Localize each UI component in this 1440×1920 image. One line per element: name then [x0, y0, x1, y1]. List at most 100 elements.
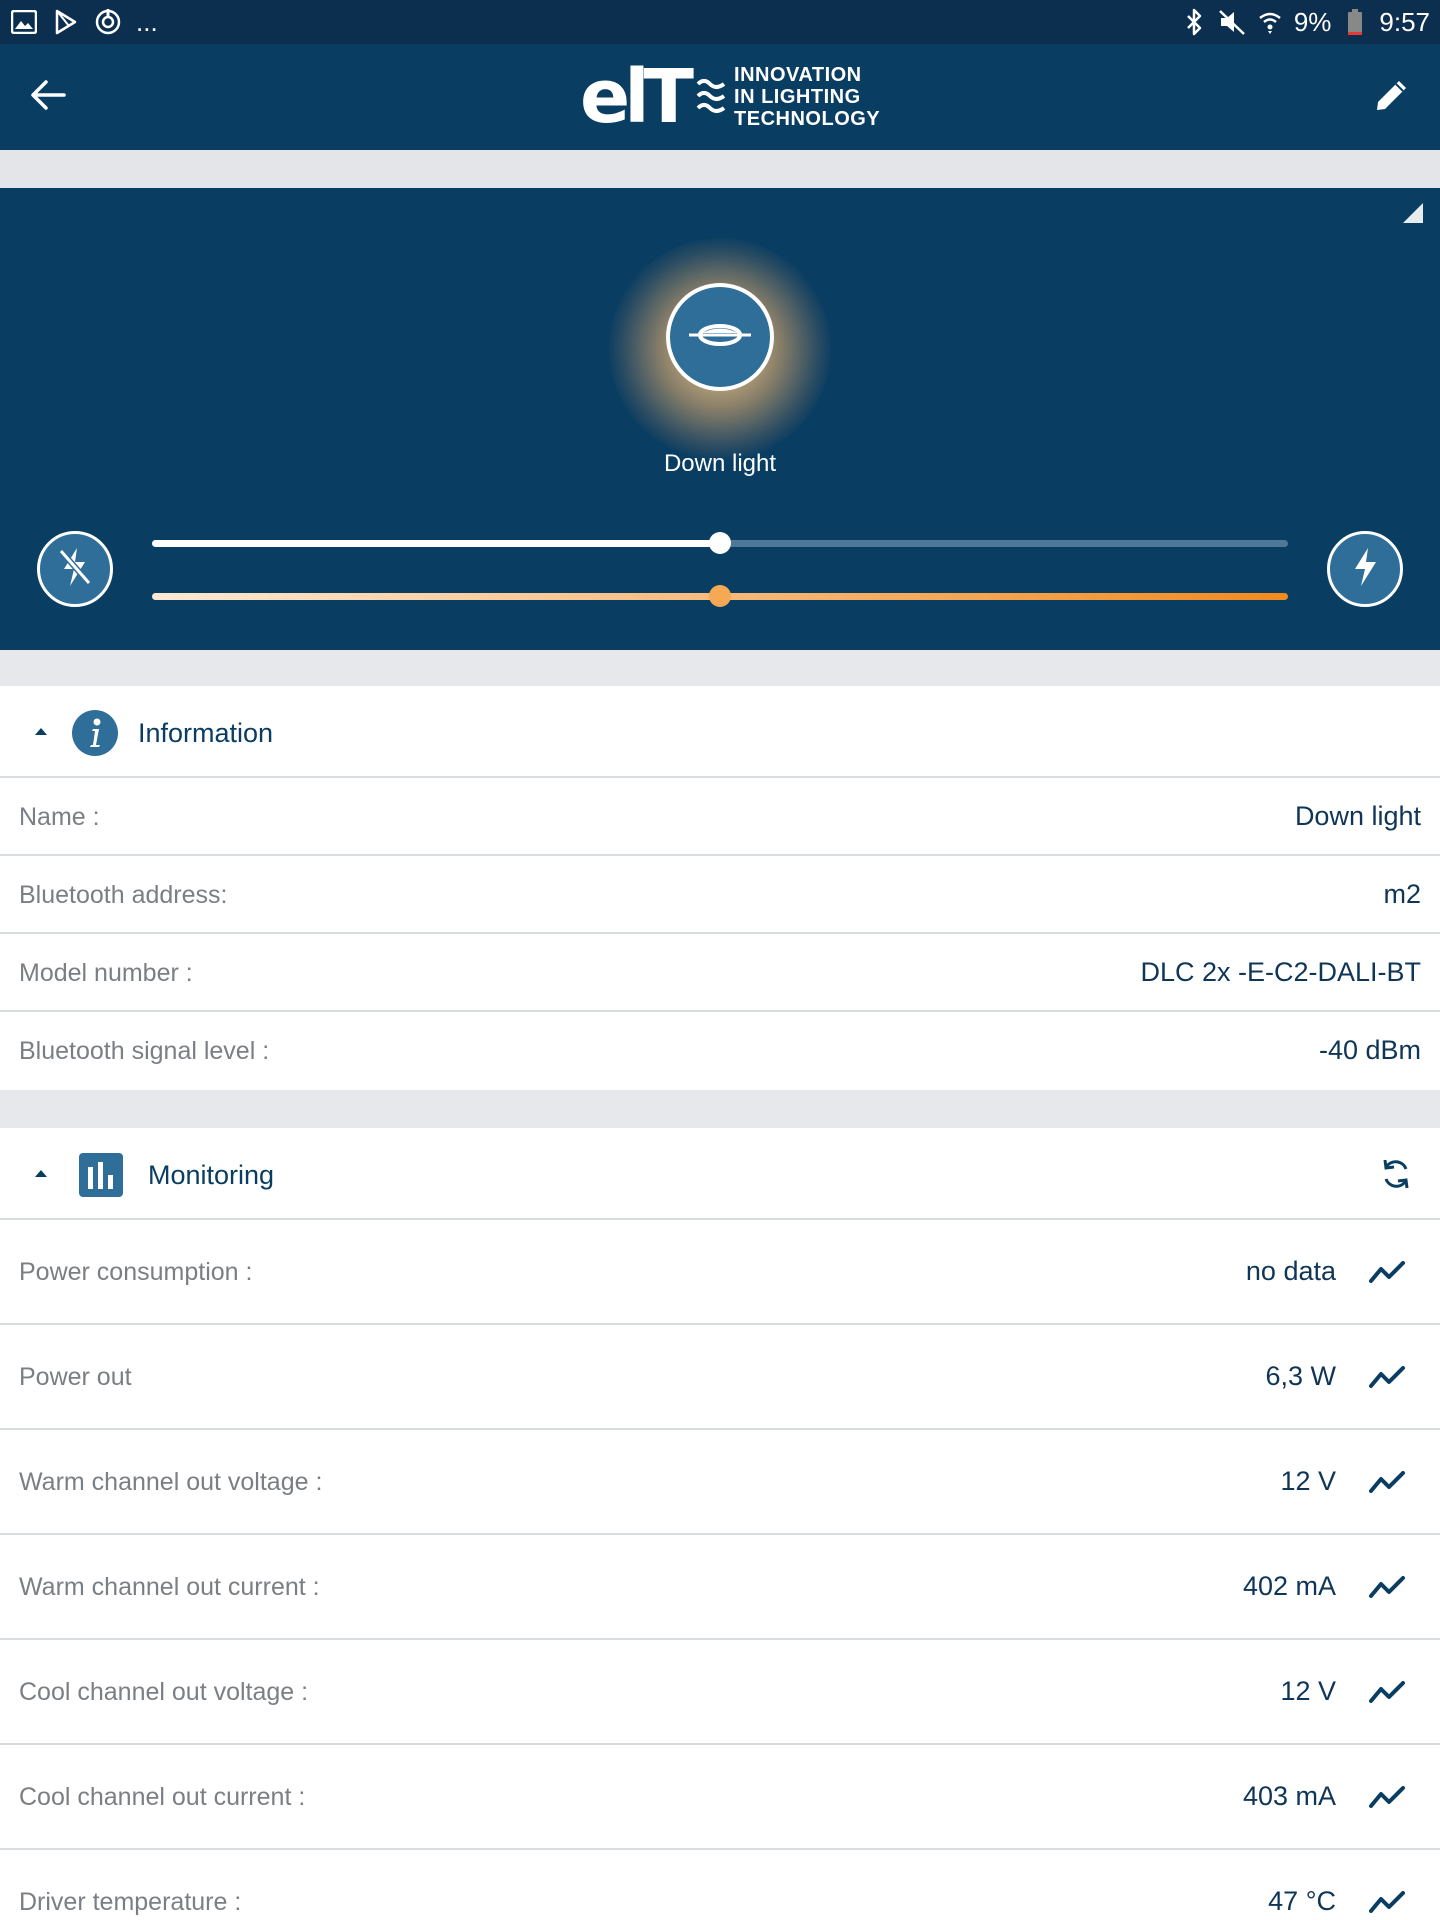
- status-overflow: ...: [136, 6, 158, 37]
- row-value: 47 °C: [1268, 1886, 1336, 1916]
- row-label: Cool channel out voltage :: [19, 1678, 309, 1706]
- trend-chart-button[interactable]: [1366, 1778, 1410, 1818]
- refresh-button[interactable]: [1374, 1152, 1418, 1196]
- row-label: Power consumption :: [19, 1258, 253, 1286]
- collapse-arrow-icon[interactable]: [30, 1166, 52, 1182]
- row-value: 402 mA: [1242, 1571, 1336, 1601]
- sync-icon: [94, 8, 122, 36]
- downlight-icon: [685, 320, 755, 355]
- trend-icon: [1369, 1471, 1405, 1493]
- refresh-icon: [1383, 1159, 1409, 1189]
- logo-line-3: TECHNOLOGY: [734, 108, 881, 130]
- clock: 9:57: [1379, 6, 1430, 37]
- turn-on-button[interactable]: [1327, 531, 1403, 607]
- monitor-row-driver-temperature: Driver temperature : 47 °C: [0, 1850, 1440, 1920]
- information-section: Information Name : Down light Bluetooth …: [0, 686, 1440, 1090]
- bluetooth-icon: [1180, 8, 1208, 36]
- trend-icon: [1369, 1576, 1405, 1598]
- monitor-row-cool-current: Cool channel out current : 403 mA: [0, 1745, 1440, 1850]
- mute-icon: [1218, 8, 1246, 36]
- logo-mark: elT: [580, 54, 694, 140]
- info-row-model-number: Model number : DLC 2x -E-C2-DALI-BT: [0, 934, 1440, 1012]
- row-label: Power out: [19, 1363, 132, 1391]
- lamp-toggle-button[interactable]: [666, 283, 774, 391]
- info-row-name: Name : Down light: [0, 778, 1440, 856]
- color-temperature-slider[interactable]: [152, 581, 1288, 611]
- color-temperature-thumb[interactable]: [709, 585, 731, 607]
- information-header[interactable]: Information: [0, 686, 1440, 778]
- device-name-label: Down light: [663, 450, 777, 477]
- corner-triangle-icon: [1402, 202, 1424, 224]
- trend-icon: [1369, 1786, 1405, 1808]
- information-title: Information: [138, 718, 274, 748]
- row-label: Bluetooth signal level :: [19, 1037, 270, 1065]
- row-value: DLC 2x -E-C2-DALI-BT: [1140, 957, 1421, 987]
- monitor-row-power-out: Power out 6,3 W: [0, 1325, 1440, 1430]
- info-row-bluetooth-address: Bluetooth address: m2: [0, 856, 1440, 934]
- trend-chart-button[interactable]: [1366, 1568, 1410, 1608]
- monitor-row-cool-voltage: Cool channel out voltage : 12 V: [0, 1640, 1440, 1745]
- trend-chart-button[interactable]: [1366, 1883, 1410, 1920]
- row-value: 12 V: [1280, 1676, 1336, 1706]
- elt-logo: elT INNOVATION IN LIGHTING TECHNOLOGY: [580, 60, 880, 134]
- monitor-row-warm-voltage: Warm channel out voltage : 12 V: [0, 1430, 1440, 1535]
- status-bar-left: ...: [10, 6, 158, 38]
- logo-waves-icon: [696, 79, 726, 113]
- battery-percent: 9%: [1293, 6, 1332, 37]
- row-value: no data: [1245, 1256, 1336, 1286]
- device-control-panel: Down light: [0, 188, 1440, 650]
- brightness-fill: [152, 540, 720, 547]
- trend-chart-button[interactable]: [1366, 1253, 1410, 1293]
- trend-chart-button[interactable]: [1366, 1358, 1410, 1398]
- flash-off-icon: [55, 545, 95, 594]
- edit-button[interactable]: [1366, 71, 1418, 123]
- trend-chart-button[interactable]: [1366, 1463, 1410, 1503]
- trend-chart-button[interactable]: [1366, 1673, 1410, 1713]
- row-value: 403 mA: [1242, 1781, 1336, 1811]
- logo-line-1: INNOVATION: [734, 64, 862, 86]
- gallery-icon: [10, 8, 38, 36]
- status-bar: ... 9% 9:57: [0, 0, 1440, 44]
- wifi-icon: [1256, 8, 1284, 36]
- row-label: Warm channel out voltage :: [19, 1468, 323, 1496]
- brightness-thumb[interactable]: [709, 532, 731, 554]
- row-value: 12 V: [1280, 1466, 1336, 1496]
- play-store-icon: [52, 8, 80, 36]
- top-spacer: [0, 150, 1440, 188]
- pencil-icon: [1373, 76, 1411, 119]
- monitoring-section: Monitoring Power consumption : no data P…: [0, 1128, 1440, 1920]
- monitoring-header[interactable]: Monitoring: [0, 1128, 1440, 1220]
- row-value: 6,3 W: [1265, 1361, 1336, 1391]
- battery-icon: [1341, 8, 1369, 36]
- row-value: m2: [1383, 879, 1421, 909]
- row-label: Model number :: [19, 959, 193, 987]
- info-icon: [72, 710, 118, 756]
- brightness-slider[interactable]: [152, 528, 1288, 558]
- row-label: Name :: [19, 803, 100, 831]
- row-value: Down light: [1294, 801, 1421, 831]
- app-bar: elT INNOVATION IN LIGHTING TECHNOLOGY: [0, 44, 1440, 150]
- trend-icon: [1369, 1891, 1405, 1913]
- row-label: Driver temperature :: [19, 1888, 242, 1916]
- trend-icon: [1369, 1261, 1405, 1283]
- monitoring-title: Monitoring: [148, 1160, 275, 1190]
- logo-line-2: IN LIGHTING: [734, 86, 861, 108]
- turn-off-button[interactable]: [37, 531, 113, 607]
- section-spacer: [0, 650, 1440, 686]
- flash-on-icon: [1345, 545, 1385, 594]
- row-value: -40 dBm: [1318, 1035, 1421, 1065]
- logo-tagline: INNOVATION IN LIGHTING TECHNOLOGY: [734, 64, 880, 130]
- trend-icon: [1369, 1366, 1405, 1388]
- row-label: Warm channel out current :: [19, 1573, 320, 1601]
- monitor-row-power-consumption: Power consumption : no data: [0, 1220, 1440, 1325]
- back-button[interactable]: [22, 71, 74, 123]
- status-bar-right: 9% 9:57: [1180, 6, 1430, 38]
- row-label: Bluetooth address:: [19, 881, 228, 909]
- bar-chart-icon: [78, 1152, 124, 1198]
- arrow-back-icon: [30, 79, 66, 116]
- info-row-signal-level: Bluetooth signal level : -40 dBm: [0, 1012, 1440, 1090]
- collapse-arrow-icon[interactable]: [30, 724, 52, 740]
- trend-icon: [1369, 1681, 1405, 1703]
- row-label: Cool channel out current :: [19, 1783, 306, 1811]
- section-spacer: [0, 1090, 1440, 1128]
